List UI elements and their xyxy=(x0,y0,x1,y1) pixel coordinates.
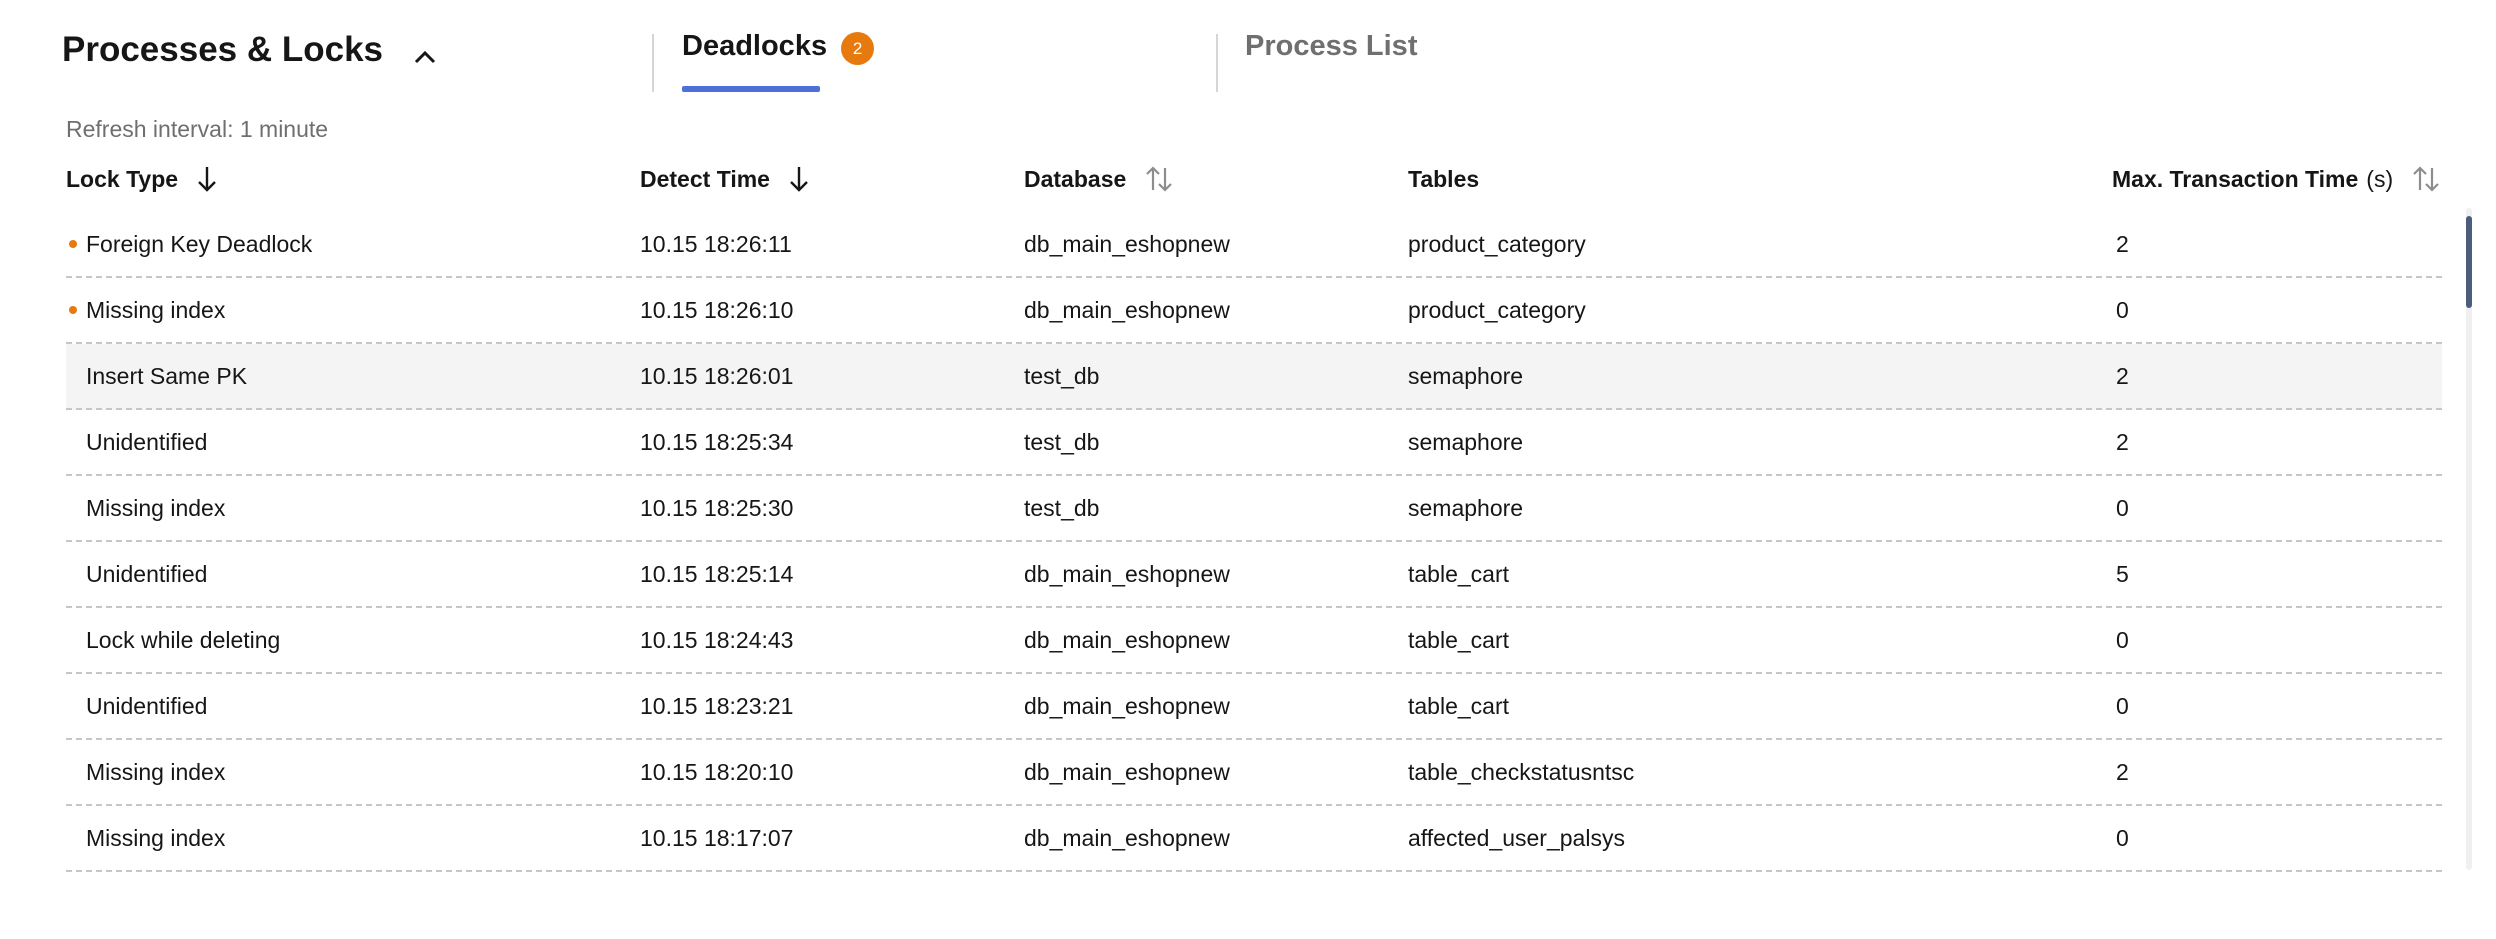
column-unit: (s) xyxy=(2366,165,2394,192)
cell-lock-type: Lock while deleting xyxy=(86,626,281,653)
cell-detect-time: 10.15 18:24:43 xyxy=(640,626,794,653)
cell-detect-time: 10.15 18:23:21 xyxy=(640,692,794,719)
cell-detect-time: 10.15 18:20:10 xyxy=(640,758,794,785)
tab-divider xyxy=(652,34,654,92)
cell-lock-type: Missing index xyxy=(86,296,226,323)
cell-tables: table_checkstatusntsc xyxy=(1408,758,1635,785)
section-title: Processes & Locks xyxy=(62,30,384,69)
table-row[interactable]: Unidentified 10.15 18:25:14 db_main_esho… xyxy=(66,542,2442,608)
table-row[interactable]: Missing index 10.15 18:17:07 db_main_esh… xyxy=(66,806,2442,872)
cell-database: db_main_eshopnew xyxy=(1024,626,1230,653)
table-row[interactable]: Missing index 10.15 18:26:10 db_main_esh… xyxy=(66,278,2442,344)
cell-lock-type: Unidentified xyxy=(86,560,208,587)
cell-tables: semaphore xyxy=(1408,362,1524,389)
scrollbar-thumb[interactable] xyxy=(2466,216,2472,308)
cell-max-transaction-time: 2 xyxy=(2116,230,2129,257)
column-label: Max. Transaction Time xyxy=(2112,165,2359,192)
column-header-lock-type[interactable]: Lock Type xyxy=(66,158,218,200)
cell-tables: table_cart xyxy=(1408,692,1510,719)
cell-lock-type: Unidentified xyxy=(86,428,208,455)
column-label: Lock Type xyxy=(66,165,179,192)
cell-detect-time: 10.15 18:25:14 xyxy=(640,560,794,587)
cell-lock-type: Missing index xyxy=(86,824,226,851)
cell-lock-type: Missing index xyxy=(86,494,226,521)
refresh-interval-text: Refresh interval: 1 minute xyxy=(66,116,329,142)
cell-database: db_main_eshopnew xyxy=(1024,296,1230,323)
cell-max-transaction-time: 2 xyxy=(2116,758,2129,785)
cell-tables: product_category xyxy=(1408,230,1586,257)
table-row[interactable]: Missing index 10.15 18:25:30 test_db sem… xyxy=(66,476,2442,542)
cell-tables: semaphore xyxy=(1408,494,1524,521)
sort-descending-icon[interactable] xyxy=(196,165,218,193)
cell-max-transaction-time: 0 xyxy=(2116,626,2129,653)
sort-unsorted-icon[interactable] xyxy=(2411,165,2441,193)
cell-database: db_main_eshopnew xyxy=(1024,692,1230,719)
unread-indicator-dot xyxy=(69,306,77,314)
table-row[interactable]: Unidentified 10.15 18:23:21 db_main_esho… xyxy=(66,674,2442,740)
tab-process-list-label: Process List xyxy=(1245,30,1418,62)
cell-max-transaction-time: 5 xyxy=(2116,560,2129,587)
table-row[interactable]: Unidentified 10.15 18:25:34 test_db sema… xyxy=(66,410,2442,476)
cell-tables: table_cart xyxy=(1408,560,1510,587)
cell-database: db_main_eshopnew xyxy=(1024,560,1230,587)
chevron-up-icon xyxy=(414,50,436,64)
cell-max-transaction-time: 0 xyxy=(2116,494,2129,521)
table-row[interactable]: Foreign Key Deadlock 10.15 18:26:11 db_m… xyxy=(66,212,2442,278)
cell-detect-time: 10.15 18:26:10 xyxy=(640,296,794,323)
deadlock-table-body: Foreign Key Deadlock 10.15 18:26:11 db_m… xyxy=(66,212,2442,872)
column-header-max-transaction-time[interactable]: Max. Transaction Time (s) xyxy=(2112,158,2441,200)
vertical-scrollbar[interactable] xyxy=(2466,208,2472,870)
cell-lock-type: Foreign Key Deadlock xyxy=(86,230,313,257)
cell-database: db_main_eshopnew xyxy=(1024,230,1230,257)
cell-lock-type: Insert Same PK xyxy=(86,362,248,389)
table-row[interactable]: Lock while deleting 10.15 18:24:43 db_ma… xyxy=(66,608,2442,674)
cell-tables: semaphore xyxy=(1408,428,1524,455)
cell-database: db_main_eshopnew xyxy=(1024,758,1230,785)
tab-deadlocks[interactable]: Deadlocks 2 xyxy=(682,30,882,92)
cell-max-transaction-time: 2 xyxy=(2116,428,2129,455)
table-row[interactable]: Insert Same PK 10.15 18:26:01 test_db se… xyxy=(66,344,2442,410)
unread-indicator-dot xyxy=(69,240,77,248)
cell-detect-time: 10.15 18:25:34 xyxy=(640,428,794,455)
sort-descending-icon[interactable] xyxy=(788,165,810,193)
tab-deadlocks-label: Deadlocks xyxy=(682,30,828,62)
cell-detect-time: 10.15 18:26:01 xyxy=(640,362,794,389)
cell-detect-time: 10.15 18:26:11 xyxy=(640,230,792,257)
column-header-tables: Tables xyxy=(1408,158,1479,200)
column-label: Detect Time xyxy=(640,165,770,192)
cell-database: db_main_eshopnew xyxy=(1024,824,1230,851)
tab-process-list[interactable]: Process List xyxy=(1245,30,1425,92)
column-label: Tables xyxy=(1408,165,1480,192)
collapse-button[interactable] xyxy=(408,40,442,74)
cell-tables: affected_user_palsys xyxy=(1408,824,1625,851)
table-row[interactable]: Missing index 10.15 18:20:10 db_main_esh… xyxy=(66,740,2442,806)
active-tab-indicator xyxy=(682,86,820,92)
cell-detect-time: 10.15 18:17:07 xyxy=(640,824,794,851)
cell-database: test_db xyxy=(1024,494,1100,521)
cell-lock-type: Missing index xyxy=(86,758,226,785)
cell-database: test_db xyxy=(1024,428,1100,455)
column-label: Database xyxy=(1024,165,1127,192)
tab-divider xyxy=(1216,34,1218,92)
cell-lock-type: Unidentified xyxy=(86,692,208,719)
cell-max-transaction-time: 0 xyxy=(2116,296,2129,323)
table-header: Lock Type Detect Time Database Tables Ma… xyxy=(66,158,2446,200)
cell-detect-time: 10.15 18:25:30 xyxy=(640,494,794,521)
cell-max-transaction-time: 0 xyxy=(2116,692,2129,719)
deadlock-count-badge: 2 xyxy=(841,32,875,65)
cell-max-transaction-time: 2 xyxy=(2116,362,2129,389)
processes-locks-panel: Processes & Locks Deadlocks 2 Process Li… xyxy=(0,0,2496,939)
cell-tables: product_category xyxy=(1408,296,1586,323)
sort-unsorted-icon[interactable] xyxy=(1144,165,1174,193)
column-header-database[interactable]: Database xyxy=(1024,158,1174,200)
cell-database: test_db xyxy=(1024,362,1100,389)
cell-max-transaction-time: 0 xyxy=(2116,824,2129,851)
cell-tables: table_cart xyxy=(1408,626,1510,653)
column-header-detect-time[interactable]: Detect Time xyxy=(640,158,810,200)
